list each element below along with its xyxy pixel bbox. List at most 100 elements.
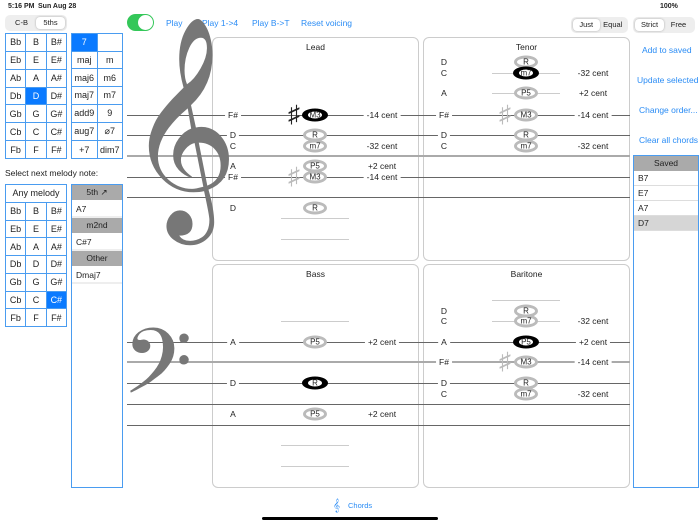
chord-type-cell[interactable]: ⌀7: [97, 122, 122, 141]
chord-type-cell[interactable]: dim7: [97, 141, 122, 158]
saved-item[interactable]: D7: [634, 216, 698, 231]
melody-note-cell[interactable]: Cb: [6, 291, 26, 309]
chord-type-cell[interactable]: m: [97, 51, 122, 69]
chord-type-cell[interactable]: 9: [97, 104, 122, 122]
chord-type-cell[interactable]: m7: [97, 87, 122, 104]
note-head[interactable]: P5: [513, 335, 539, 349]
note-head[interactable]: m7: [513, 66, 539, 80]
root-note-cell[interactable]: G: [26, 105, 46, 123]
suggestion-item[interactable]: C#7: [72, 233, 122, 251]
note-head[interactable]: P5: [303, 335, 327, 349]
root-note-cell[interactable]: C#: [46, 123, 66, 141]
melody-note-cell[interactable]: E#: [46, 220, 66, 238]
melody-note-cell[interactable]: B: [26, 202, 46, 220]
update-selected-button[interactable]: Update selected: [637, 75, 698, 85]
melody-note-cell[interactable]: Ab: [6, 238, 26, 255]
clear-all-chords-button[interactable]: Clear all chords: [639, 135, 698, 145]
note-head[interactable]: m7: [514, 139, 538, 153]
tuning-segmented[interactable]: Just Equal: [571, 17, 628, 33]
melody-note-cell[interactable]: Gb: [6, 273, 26, 291]
melody-note-cell[interactable]: G: [26, 273, 46, 291]
change-order-button[interactable]: Change order...: [639, 105, 698, 115]
root-note-cell[interactable]: E: [26, 51, 46, 69]
chord-type-cell[interactable]: m6: [97, 69, 122, 87]
any-melody-button[interactable]: Any melody: [6, 185, 66, 202]
root-note-cell[interactable]: Db: [6, 87, 26, 105]
melody-note-cell[interactable]: Eb: [6, 220, 26, 238]
cent-offset: +2 cent: [575, 337, 611, 347]
chord-type-cell[interactable]: maj7: [72, 87, 97, 104]
chord-type-cell[interactable]: [97, 34, 122, 51]
melody-note-cell[interactable]: F: [26, 309, 46, 326]
root-note-cell[interactable]: Fb: [6, 141, 26, 158]
seg-5ths[interactable]: 5ths: [36, 17, 65, 29]
suggestion-item[interactable]: Dmaj7: [72, 266, 122, 284]
melody-note-cell[interactable]: E: [26, 220, 46, 238]
note-head[interactable]: M3: [303, 170, 327, 184]
chord-type-cell[interactable]: aug7: [72, 122, 97, 141]
melody-note-cell[interactable]: C: [26, 291, 46, 309]
note-head[interactable]: m7: [514, 387, 538, 401]
note-name: C: [437, 389, 451, 399]
root-note-cell[interactable]: D: [26, 87, 46, 105]
melody-note-cell[interactable]: Fb: [6, 309, 26, 326]
root-note-cell[interactable]: Eb: [6, 51, 26, 69]
root-note-cell[interactable]: G#: [46, 105, 66, 123]
melody-note-cell[interactable]: G#: [46, 273, 66, 291]
root-note-cell[interactable]: Gb: [6, 105, 26, 123]
note-head[interactable]: P5: [514, 86, 538, 100]
root-note-cell[interactable]: F: [26, 141, 46, 158]
play-b-t-button[interactable]: Play B->T: [252, 18, 290, 28]
melody-note-cell[interactable]: B#: [46, 202, 66, 220]
melody-note-cell[interactable]: Db: [6, 256, 26, 273]
note-head[interactable]: m7: [514, 314, 538, 328]
chord-type-cell[interactable]: add9: [72, 104, 97, 122]
root-note-cell[interactable]: A: [26, 69, 46, 87]
chord-type-cell[interactable]: maj: [72, 51, 97, 69]
chord-type-cell[interactable]: +7: [72, 141, 97, 158]
melody-note-cell[interactable]: D#: [46, 256, 66, 273]
melody-note-cell[interactable]: Bb: [6, 202, 26, 220]
reset-voicing-button[interactable]: Reset voicing: [301, 18, 352, 28]
note-name: D: [437, 130, 451, 140]
note-head[interactable]: R: [303, 201, 327, 215]
melody-note-cell[interactable]: A: [26, 238, 46, 255]
note-head[interactable]: R: [302, 376, 328, 390]
root-note-cell[interactable]: C: [26, 123, 46, 141]
root-note-cell[interactable]: Cb: [6, 123, 26, 141]
melody-note-cell[interactable]: F#: [46, 309, 66, 326]
melody-note-cell[interactable]: C#: [46, 291, 66, 309]
root-note-cell[interactable]: Bb: [6, 34, 26, 51]
melody-note-cell[interactable]: D: [26, 256, 46, 273]
seg-equal[interactable]: Equal: [600, 19, 627, 31]
seg-free[interactable]: Free: [664, 19, 693, 31]
note-head[interactable]: M3: [514, 108, 538, 122]
suggestion-item[interactable]: A7: [72, 200, 122, 218]
root-note-cell[interactable]: E#: [46, 51, 66, 69]
chord-type-cell[interactable]: maj6: [72, 69, 97, 87]
root-note-cell[interactable]: Ab: [6, 69, 26, 87]
seg-just[interactable]: Just: [573, 19, 600, 31]
saved-item[interactable]: B7: [634, 171, 698, 186]
saved-item[interactable]: E7: [634, 186, 698, 201]
root-note-cell[interactable]: D#: [46, 87, 66, 105]
root-note-cell[interactable]: A#: [46, 69, 66, 87]
note-head[interactable]: P5: [303, 407, 327, 421]
root-note-cell[interactable]: F#: [46, 141, 66, 158]
saved-item[interactable]: A7: [634, 201, 698, 216]
seg-strict[interactable]: Strict: [635, 19, 664, 31]
melody-note-cell[interactable]: A#: [46, 238, 66, 255]
add-to-saved-button[interactable]: Add to saved: [642, 45, 692, 55]
mode-segmented[interactable]: Strict Free: [633, 17, 695, 33]
root-note-cell[interactable]: B#: [46, 34, 66, 51]
note-head[interactable]: M3: [514, 355, 538, 369]
tab-chords[interactable]: Chords: [348, 501, 372, 510]
cent-offset: -14 cent: [363, 172, 401, 182]
note-head[interactable]: M3: [302, 108, 328, 122]
seg-c-b[interactable]: C-B: [7, 17, 36, 29]
root-note-cell[interactable]: B: [26, 34, 46, 51]
treble-clef-tab-icon[interactable]: 𝄞: [333, 498, 340, 513]
note-head[interactable]: m7: [303, 139, 327, 153]
chord-type-cell[interactable]: 7: [72, 34, 97, 51]
order-segmented[interactable]: C-B 5ths: [5, 15, 67, 31]
